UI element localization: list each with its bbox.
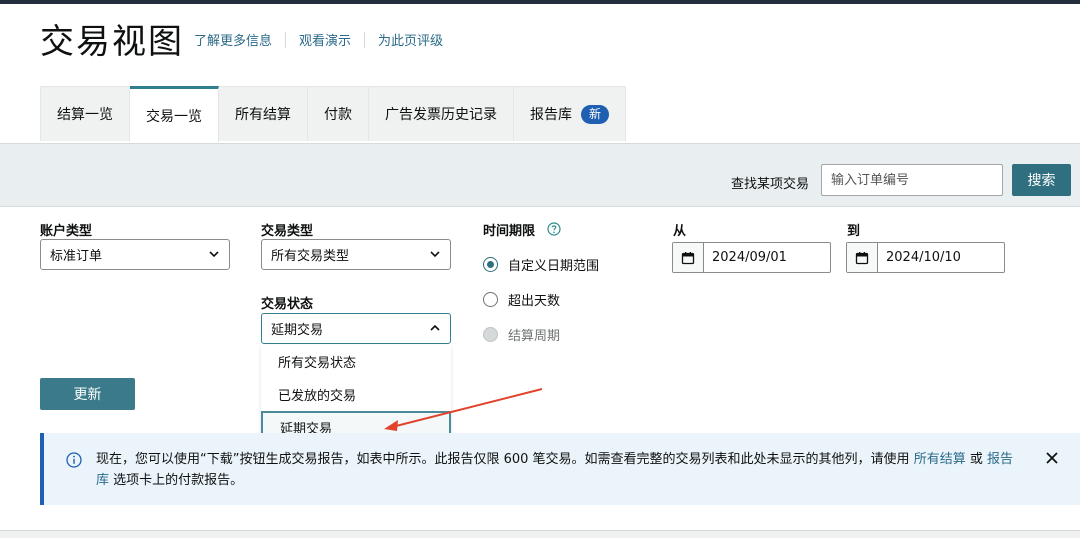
notice-text: 现在，您可以使用“下载”按钮生成交易报告，如表中所示。此报告仅限 600 笔交易… (96, 449, 1021, 491)
tab-all-settlements[interactable]: 所有结算 (219, 87, 308, 141)
tab-settlement-summary[interactable]: 结算一览 (41, 87, 130, 141)
top-bar (0, 0, 1080, 4)
calendar-icon[interactable] (673, 243, 704, 272)
annotation-arrow-icon (384, 388, 543, 431)
info-notice: 现在，您可以使用“下载”按钮生成交易报告，如表中所示。此报告仅限 600 笔交易… (40, 433, 1080, 505)
close-icon[interactable] (1045, 451, 1059, 465)
tab-report-library-label: 报告库 (530, 107, 572, 123)
new-badge: 新 (581, 104, 610, 124)
header-links: 了解更多信息 观看演示 为此页评级 (194, 30, 443, 49)
from-date-value: 2024/09/01 (712, 250, 787, 265)
from-date-field[interactable]: 2024/09/01 (672, 242, 831, 273)
tab-ad-invoice-history[interactable]: 广告发票历史记录 (369, 87, 514, 141)
notice-text-part: 现在，您可以使用“下载”按钮生成交易报告，如表中所示。此报告仅限 600 笔交易… (96, 452, 914, 467)
status-option-all[interactable]: 所有交易状态 (261, 345, 451, 378)
notice-text-part: 或 (965, 452, 987, 467)
link-divider (285, 31, 287, 48)
transaction-status-label: 交易状态 (261, 297, 314, 312)
radio-selected-icon (483, 257, 498, 272)
radio-settlement-period: 结算周期 (483, 325, 560, 344)
radio-unselected-icon (483, 292, 498, 307)
to-date-field[interactable]: 2024/10/10 (846, 242, 1005, 273)
radio-days-exceeded[interactable]: 超出天数 (483, 290, 560, 309)
tab-report-library[interactable]: 报告库 新 (514, 87, 626, 141)
info-icon (66, 452, 82, 468)
search-label: 查找某项交易 (731, 177, 810, 192)
chevron-down-icon (430, 251, 440, 258)
transaction-status-value: 延期交易 (271, 323, 324, 338)
time-period-label: 时间期限 (483, 224, 536, 239)
calendar-icon[interactable] (847, 243, 878, 272)
notice-text-part: 选项卡上的付款报告。 (109, 473, 244, 488)
transaction-status-select[interactable]: 延期交易 (261, 313, 451, 344)
link-divider (364, 31, 366, 48)
transaction-type-value: 所有交易类型 (271, 249, 350, 264)
page-title: 交易视图 (40, 22, 184, 62)
account-type-select[interactable]: 标准订单 (40, 239, 230, 270)
chevron-up-icon (430, 324, 440, 331)
to-date-value: 2024/10/10 (886, 250, 961, 265)
chevron-down-icon (209, 251, 219, 258)
learn-more-link[interactable]: 了解更多信息 (194, 30, 272, 49)
to-label: 到 (847, 224, 861, 239)
radio-days-exceeded-label: 超出天数 (508, 294, 561, 309)
radio-disabled-icon (483, 327, 498, 342)
radio-settlement-period-label: 结算周期 (508, 329, 561, 344)
watch-demo-link[interactable]: 观看演示 (299, 30, 351, 49)
transaction-type-label: 交易类型 (261, 224, 314, 239)
tab-bar: 结算一览 交易一览 所有结算 付款 广告发票历史记录 报告库 新 (40, 86, 627, 142)
radio-custom-date-range-label: 自定义日期范围 (508, 259, 600, 274)
update-button[interactable]: 更新 (40, 378, 135, 410)
account-type-label: 账户类型 (40, 224, 93, 239)
radio-custom-date-range[interactable]: 自定义日期范围 (483, 255, 599, 274)
search-button[interactable]: 搜索 (1012, 164, 1071, 196)
transaction-type-select[interactable]: 所有交易类型 (261, 239, 451, 270)
order-number-input[interactable] (821, 164, 1003, 196)
tab-transaction-summary[interactable]: 交易一览 (130, 86, 219, 142)
account-type-value: 标准订单 (50, 249, 103, 264)
tab-payments[interactable]: 付款 (308, 87, 369, 141)
bottom-divider (0, 530, 1080, 538)
help-icon[interactable] (547, 222, 561, 236)
rate-page-link[interactable]: 为此页评级 (378, 30, 443, 49)
from-label: 从 (673, 224, 687, 239)
all-settlements-link[interactable]: 所有结算 (914, 452, 966, 467)
